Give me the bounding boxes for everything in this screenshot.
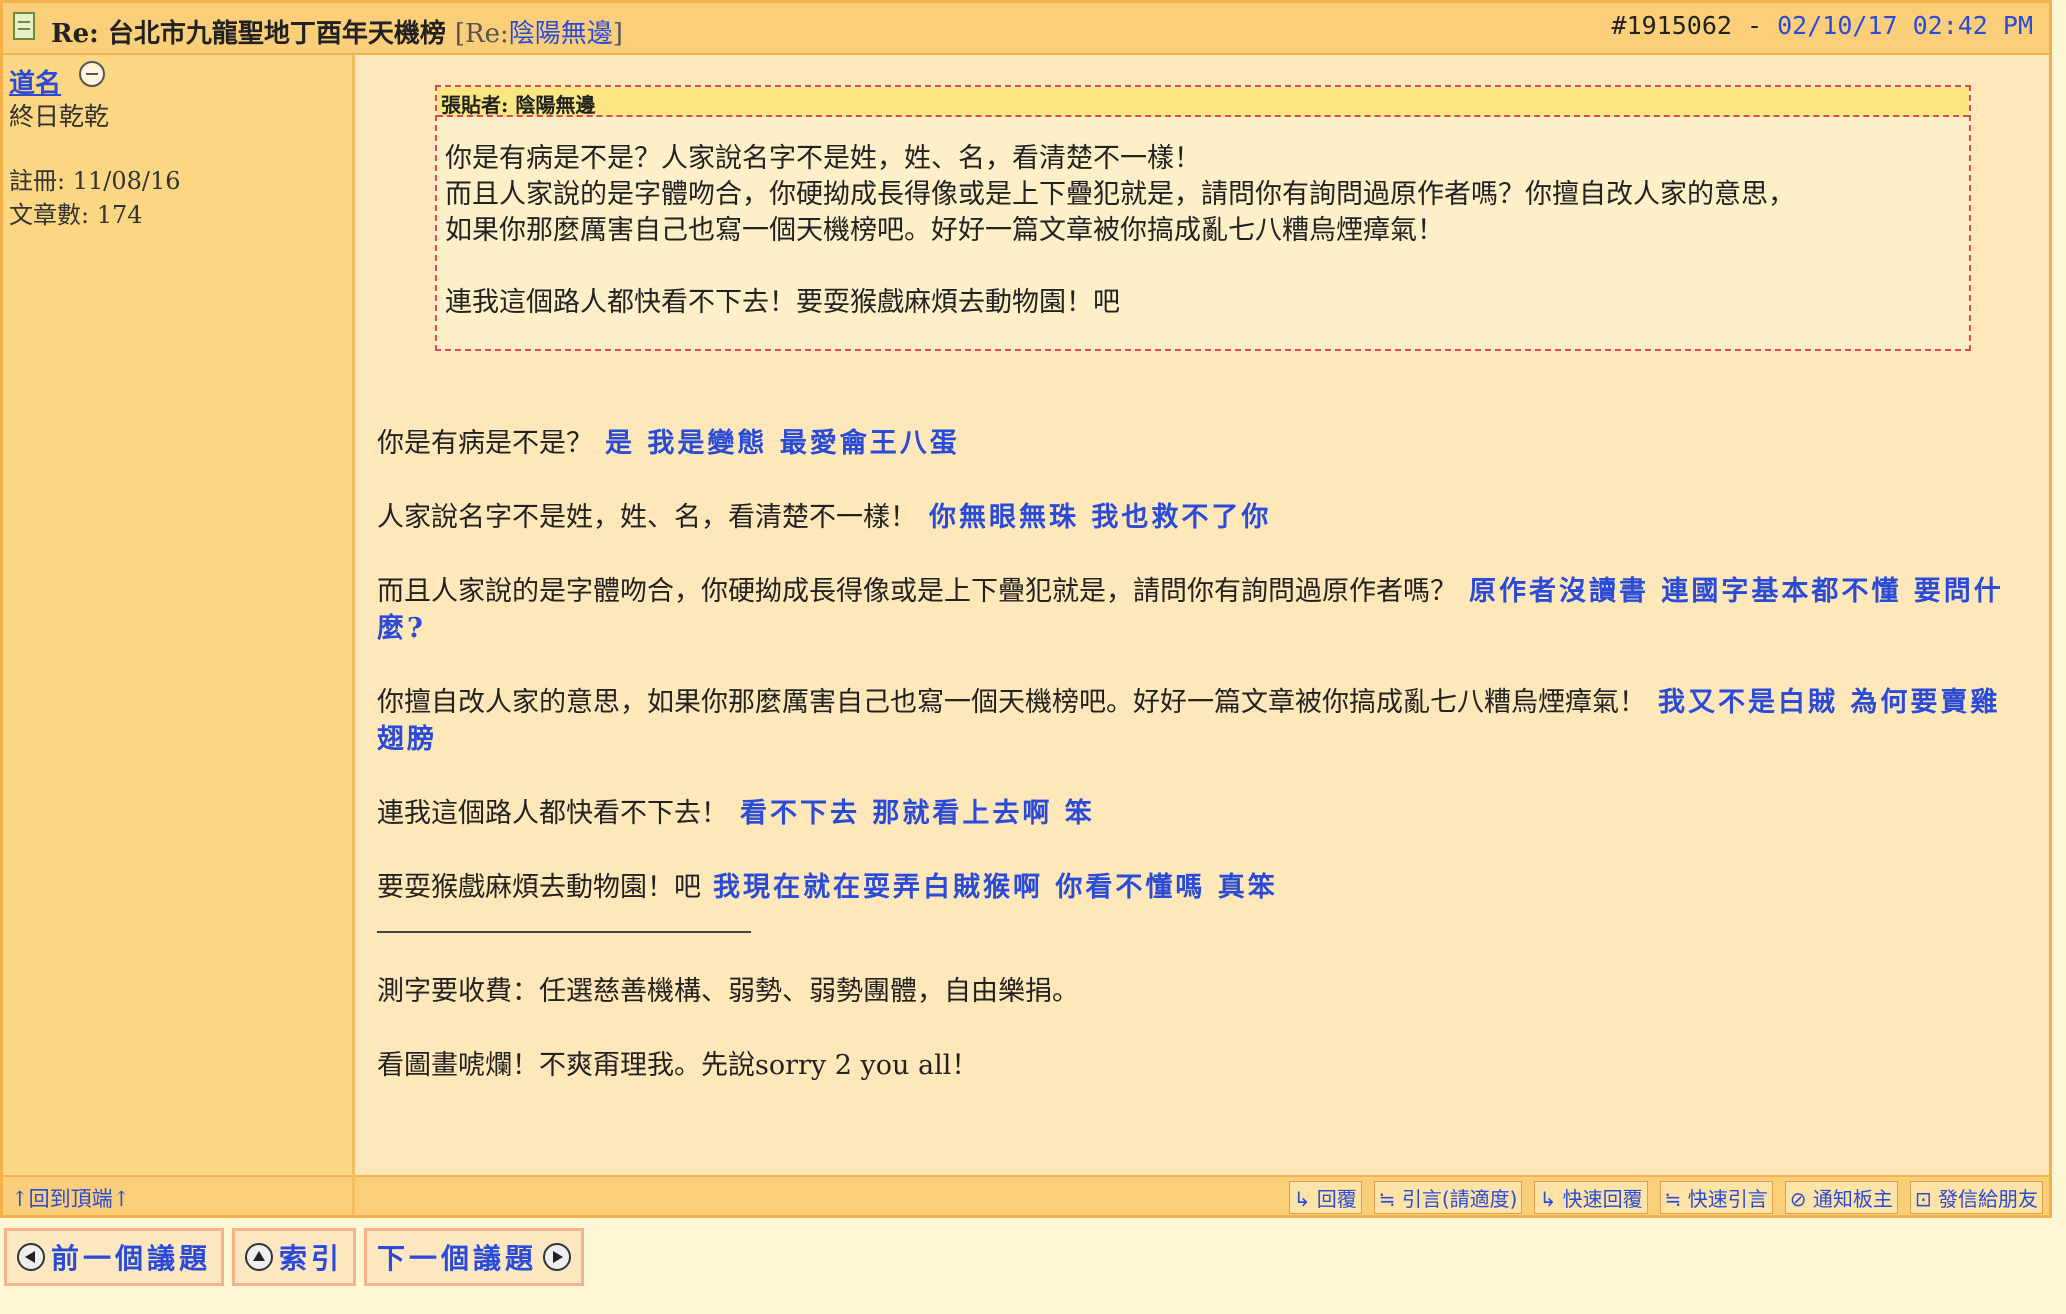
reply-quote-text: 你是有病是不是？ (377, 428, 593, 459)
author-name[interactable]: 道名 (9, 63, 61, 100)
notify-moderator-button[interactable]: ⊘ 通知板主 (1784, 1181, 1898, 1214)
title-prefix: Re: (51, 19, 99, 49)
parent-post-link[interactable]: 陰陽無邊 (509, 19, 613, 49)
reply-quote-text: 你擅自改人家的意思，如果你那麼厲害自己也寫一個天機榜吧。好好一篇文章被你搞成亂七… (377, 687, 1646, 718)
reply-quote-text: 要耍猴戲麻煩去動物園！吧 (377, 872, 701, 903)
previous-topic-label: 前一個議題 (51, 1242, 212, 1275)
quick-reply-button[interactable]: ↳ 快速回覆 (1534, 1181, 1648, 1214)
quote-line: 而且人家說的是字體吻合，你硬拗成長得像或是上下疊犯就是，請問你有詢問過原作者嗎？… (445, 179, 1795, 210)
quote-line: 如果你那麼厲害自己也寫一個天機榜吧。好好一篇文章被你搞成亂七八糟烏煙瘴氣！ (445, 215, 1444, 246)
quote-body: 你是有病是不是？人家說名字不是姓，姓、名，看清楚不一樣！ 而且人家說的是字體吻合… (437, 117, 1969, 321)
reply-paragraph: 要耍猴戲麻煩去動物園！吧 我現在就在耍弄白賊猴啊 你看不懂嗎 真笨 (377, 869, 2017, 906)
arrow-right-icon (543, 1243, 572, 1271)
reply-paragraph: 人家說名字不是姓，姓、名，看清楚不一樣！ 你無眼無珠 我也救不了你 (377, 499, 2017, 536)
reply-quote-text: 人家說名字不是姓，姓、名，看清楚不一樣！ (377, 502, 917, 533)
back-to-top-link[interactable]: ↑回到頂端↑ (11, 1183, 130, 1213)
index-label: 索引 (279, 1242, 344, 1275)
reply-answer-text: 看不下去 那就看上去啊 笨 (740, 798, 1095, 829)
post-frame: Re: 台北市九龍聖地丁酉年天機榜 [Re:陰陽無邊] #1915062 - 0… (0, 0, 2052, 1218)
quote-reply-button[interactable]: ≒ 引言(請適度) (1373, 1181, 1523, 1214)
reply-paragraph: 而且人家說的是字體吻合，你硬拗成長得像或是上下疊犯就是，請問你有詢問過原作者嗎？… (377, 573, 2017, 647)
arrow-up-icon (245, 1243, 274, 1271)
signature-divider (377, 931, 751, 933)
post-header: Re: 台北市九龍聖地丁酉年天機榜 [Re:陰陽無邊] #1915062 - 0… (3, 3, 2049, 55)
reply-quote-text: 而且人家說的是字體吻合，你硬拗成長得像或是上下疊犯就是，請問你有詢問過原作者嗎？ (377, 576, 1457, 607)
reply-paragraph: 你是有病是不是？ 是 我是變態 最愛龠王八蛋 (377, 425, 2017, 462)
next-topic-label: 下一個議題 (377, 1242, 538, 1275)
email-friend-button[interactable]: ⊡ 發信給朋友 (1909, 1181, 2043, 1214)
author-registered: 註冊: 11/08/16 (9, 167, 181, 195)
parent-close: ] (612, 19, 623, 49)
parent-post: [Re:陰陽無邊] (455, 19, 623, 49)
next-topic-button[interactable]: 下一個議題 (364, 1228, 585, 1286)
post-title: Re: 台北市九龍聖地丁酉年天機榜 [Re:陰陽無邊] (51, 13, 623, 50)
parent-open: [Re: (454, 19, 509, 49)
signature-text: 看圖畫唬爛！不爽甭理我。先說sorry 2 you all！ (377, 1050, 979, 1081)
reply-body: 你是有病是不是？ 是 我是變態 最愛龠王八蛋 人家說名字不是姓，姓、名，看清楚不一… (377, 425, 2017, 1121)
signature-line: 測字要收費：任選慈善機構、弱勢、弱勢團體，自由樂捐。 (377, 973, 2017, 1010)
reply-answer-text: 是 我是變態 最愛龠王八蛋 (605, 428, 960, 459)
post-separator: - (1747, 11, 1778, 40)
signature-text: 測字要收費：任選慈善機構、弱勢、弱勢團體，自由樂捐。 (377, 976, 1079, 1007)
author-title: 終日乾乾 (9, 102, 110, 131)
quote-line: 連我這個路人都快看不下去！要耍猴戲麻煩去動物園！吧 (445, 287, 1120, 318)
reply-answer-text: 我現在就在耍弄白賊猴啊 你看不懂嗎 真笨 (713, 872, 1278, 903)
author-post-count: 文章數: 174 (9, 201, 143, 229)
reply-quote-text: 連我這個路人都快看不下去！ (377, 798, 728, 829)
title-text: 台北市九龍聖地丁酉年天機榜 (107, 19, 446, 49)
post-content: 張貼者: 陰陽無邊 你是有病是不是？人家說名字不是姓，姓、名，看清楚不一樣！ 而… (355, 55, 2049, 1215)
sidebar-footer: ↑回到頂端↑ (3, 1175, 352, 1215)
reply-paragraph: 你擅自改人家的意思，如果你那麼厲害自己也寫一個天機榜吧。好好一篇文章被你搞成亂七… (377, 684, 2017, 758)
reply-button[interactable]: ↳ 回覆 (1288, 1181, 1362, 1214)
post-date: 02/10/17 02:42 PM (1777, 11, 2033, 40)
quote-box: 張貼者: 陰陽無邊 你是有病是不是？人家說名字不是姓，姓、名，看清楚不一樣！ 而… (435, 85, 1971, 351)
previous-topic-button[interactable]: 前一個議題 (4, 1228, 225, 1286)
post-number: #1915062 (1611, 11, 1732, 40)
document-icon (13, 12, 35, 40)
author-sidebar: 道名 終日乾乾 註冊: 11/08/16 文章數: 174 ↑回到頂端↑ (3, 55, 355, 1215)
quote-header: 張貼者: 陰陽無邊 (437, 87, 1969, 117)
post-meta: #1915062 - 02/10/17 02:42 PM (1612, 11, 2033, 40)
post-actions: ↳ 回覆 ≒ 引言(請適度) ↳ 快速回覆 ≒ 快速引言 ⊘ 通知板主 ⊡ 發信… (1288, 1181, 2043, 1214)
reply-paragraph: 連我這個路人都快看不下去！ 看不下去 那就看上去啊 笨 (377, 795, 2017, 832)
signature-line: 看圖畫唬爛！不爽甭理我。先說sorry 2 you all！ (377, 1047, 2017, 1084)
reply-answer-text: 你無眼無珠 我也救不了你 (929, 502, 1272, 533)
quote-line: 你是有病是不是？人家說名字不是姓，姓、名，看清楚不一樣！ (445, 143, 1201, 174)
post-actions-bar: ↳ 回覆 ≒ 引言(請適度) ↳ 快速回覆 ≒ 快速引言 ⊘ 通知板主 ⊡ 發信… (355, 1175, 2049, 1215)
index-button[interactable]: 索引 (232, 1228, 357, 1286)
topic-navigation: 前一個議題 索引 下一個議題 (4, 1228, 585, 1286)
arrow-left-icon (17, 1243, 45, 1271)
offline-status-icon (79, 61, 105, 87)
quick-quote-button[interactable]: ≒ 快速引言 (1659, 1181, 1773, 1214)
